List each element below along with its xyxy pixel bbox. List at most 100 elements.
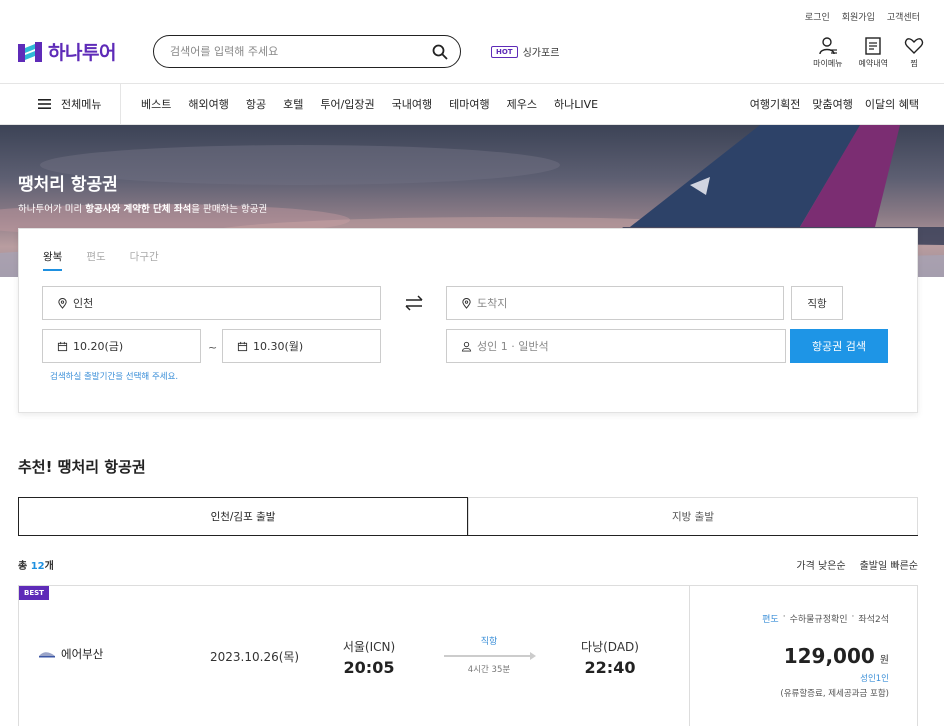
nav-right: 여행기획전 맞춤여행 이달의 혜택 — [750, 96, 919, 112]
nav-item-custom-travel[interactable]: 맞춤여행 — [812, 96, 852, 112]
departure: 서울(ICN) 20:05 — [339, 638, 399, 677]
airline-logo-icon — [39, 652, 55, 658]
fare-info: 편도 · 수하물규정확인 · 좌석2석 — [762, 612, 889, 625]
section-title: 추천! 땡처리 항공권 — [18, 458, 146, 476]
price-unit: 원 — [879, 655, 889, 666]
info-separator: · — [851, 612, 855, 622]
nav-item-theme[interactable]: 테마여행 — [449, 96, 489, 112]
price-per-adult: 성인1인 — [860, 674, 889, 684]
nav-item-domestic[interactable]: 국내여행 — [392, 96, 432, 112]
reservations-label: 예약내역 — [858, 59, 888, 68]
arrival: 다낭(DAD) 22:40 — [574, 638, 646, 677]
all-menu-label: 전체메뉴 — [61, 98, 102, 111]
document-icon — [865, 37, 881, 55]
direct-flight-button[interactable]: 직항 — [791, 286, 843, 320]
nav-item-tour[interactable]: 투어/입장권 — [320, 96, 374, 112]
user-icon — [819, 37, 837, 55]
hamburger-icon — [38, 99, 51, 109]
airline-name: 에어부산 — [61, 647, 104, 661]
calendar-icon — [237, 341, 248, 351]
airline: 에어부산 — [39, 646, 103, 662]
hero-subtitle: 하나투어가 미리 항공사와 계약한 단체 좌석을 판매하는 항공권 — [18, 201, 267, 215]
sort-price-low[interactable]: 가격 낮은순 — [796, 557, 845, 572]
location-pin-icon — [58, 297, 67, 309]
customer-center-link[interactable]: 고객센터 — [887, 10, 920, 23]
search-input[interactable] — [170, 45, 432, 58]
nav-item-best[interactable]: 베스트 — [141, 96, 171, 112]
price-value: 129,000 — [783, 644, 875, 668]
heart-icon — [904, 38, 924, 54]
tab-round-trip[interactable]: 왕복 — [43, 249, 63, 271]
main-nav: 전체메뉴 베스트 해외여행 항공 호텔 투어/입장권 국내여행 테마여행 제우스… — [0, 83, 944, 125]
all-menu-button[interactable]: 전체메뉴 — [0, 84, 121, 124]
nav-item-overseas[interactable]: 해외여행 — [188, 96, 228, 112]
price: 129,000 원 — [784, 644, 889, 668]
wishlist-button[interactable]: 찜 — [904, 36, 924, 69]
trip-type-tabs: 왕복 편도 다구간 — [43, 249, 159, 271]
hero-subtitle-pre: 하나투어가 미리 — [18, 204, 86, 215]
count-unit: 개 — [44, 561, 54, 572]
return-date-field[interactable]: 10.30(월) — [222, 329, 381, 363]
search-box[interactable] — [153, 35, 461, 68]
hero-subtitle-post: 을 판매하는 항공권 — [191, 204, 268, 215]
tab-incheon-gimpo[interactable]: 인천/김포 출발 — [18, 497, 468, 535]
swap-icon[interactable] — [404, 293, 424, 313]
seats-left: 좌석2석 — [858, 615, 889, 625]
reservations-button[interactable]: 예약내역 — [859, 36, 888, 69]
flight-date: 2023.10.26(목) — [210, 650, 300, 664]
nav-items: 베스트 해외여행 항공 호텔 투어/입장권 국내여행 테마여행 제우스 하나LI… — [141, 96, 615, 112]
count-label: 총 — [18, 561, 31, 572]
hot-badge: HOT — [491, 45, 518, 58]
price-box: 편도 · 수하물규정확인 · 좌석2석 129,000 원 성인1인 (유류할증… — [689, 586, 919, 726]
nav-item-hanalive[interactable]: 하나LIVE — [554, 96, 598, 112]
nav-item-exhibition[interactable]: 여행기획전 — [750, 96, 801, 112]
best-badge: BEST — [19, 586, 49, 600]
wishlist-label: 찜 — [910, 59, 918, 68]
nav-item-zeus[interactable]: 제우스 — [507, 96, 537, 112]
origin-field[interactable]: 인천 — [42, 286, 381, 320]
baggage-rule-link[interactable]: 수하물규정확인 — [790, 612, 848, 625]
date-hint: 검색하실 출발기간을 선택해 주세요. — [50, 372, 179, 382]
route-type: 직항 — [480, 637, 498, 647]
search-icon[interactable] — [432, 44, 448, 60]
signup-link[interactable]: 회원가입 — [842, 10, 875, 23]
nav-item-monthly-benefit[interactable]: 이달의 혜택 — [865, 96, 919, 112]
route: 직항 4시간 35분 — [444, 634, 536, 675]
arrival-time: 22:40 — [584, 658, 636, 677]
info-separator: · — [782, 612, 786, 622]
nav-item-flight[interactable]: 항공 — [246, 96, 266, 112]
depart-date-value: 10.20(금) — [73, 340, 124, 353]
trip-type: 편도 — [762, 615, 779, 625]
login-link[interactable]: 로그인 — [805, 10, 830, 23]
flight-card[interactable]: BEST 에어부산 2023.10.26(목) 서울(ICN) 20:05 직항… — [18, 585, 918, 726]
result-count: 총 12개 — [18, 557, 54, 572]
return-date-value: 10.30(월) — [253, 340, 304, 353]
hot-keyword[interactable]: HOT 싱가포르 — [491, 44, 559, 59]
my-menu-button[interactable]: 마이메뉴 — [813, 36, 843, 69]
date-range-separator: ~ — [208, 341, 218, 354]
my-menu-label: 마이메뉴 — [813, 59, 843, 68]
hero-title: 땡처리 항공권 — [18, 175, 118, 195]
flight-duration: 4시간 35분 — [467, 665, 511, 675]
origin-value: 인천 — [73, 297, 94, 310]
logo-mark-icon — [18, 40, 42, 64]
tab-multi-city[interactable]: 다구간 — [130, 249, 159, 271]
sort-options: 가격 낮은순 출발일 빠른순 — [796, 557, 918, 572]
brand-name: 하나투어 — [48, 42, 116, 64]
passenger-value: 성인 1 · 일반석 — [477, 340, 549, 353]
tab-regional[interactable]: 지방 출발 — [468, 497, 918, 535]
flight-search-button[interactable]: 항공권 검색 — [790, 329, 888, 363]
route-line — [444, 652, 536, 660]
depart-date-field[interactable]: 10.20(금) — [42, 329, 201, 363]
tab-one-way[interactable]: 편도 — [86, 249, 105, 271]
nav-item-hotel[interactable]: 호텔 — [283, 96, 303, 112]
logo[interactable]: 하나투어 — [18, 38, 116, 65]
person-icon — [461, 341, 472, 352]
hot-keyword-text: 싱가포르 — [522, 48, 560, 59]
destination-field[interactable]: 도착지 — [446, 286, 784, 320]
header-icons: 마이메뉴 예약내역 찜 — [813, 36, 924, 69]
location-pin-icon — [462, 297, 471, 309]
hero-subtitle-bold: 항공사와 계약한 단체 좌석 — [85, 204, 192, 215]
passenger-field[interactable]: 성인 1 · 일반석 — [446, 329, 786, 363]
sort-departure-early[interactable]: 출발일 빠른순 — [860, 557, 918, 572]
